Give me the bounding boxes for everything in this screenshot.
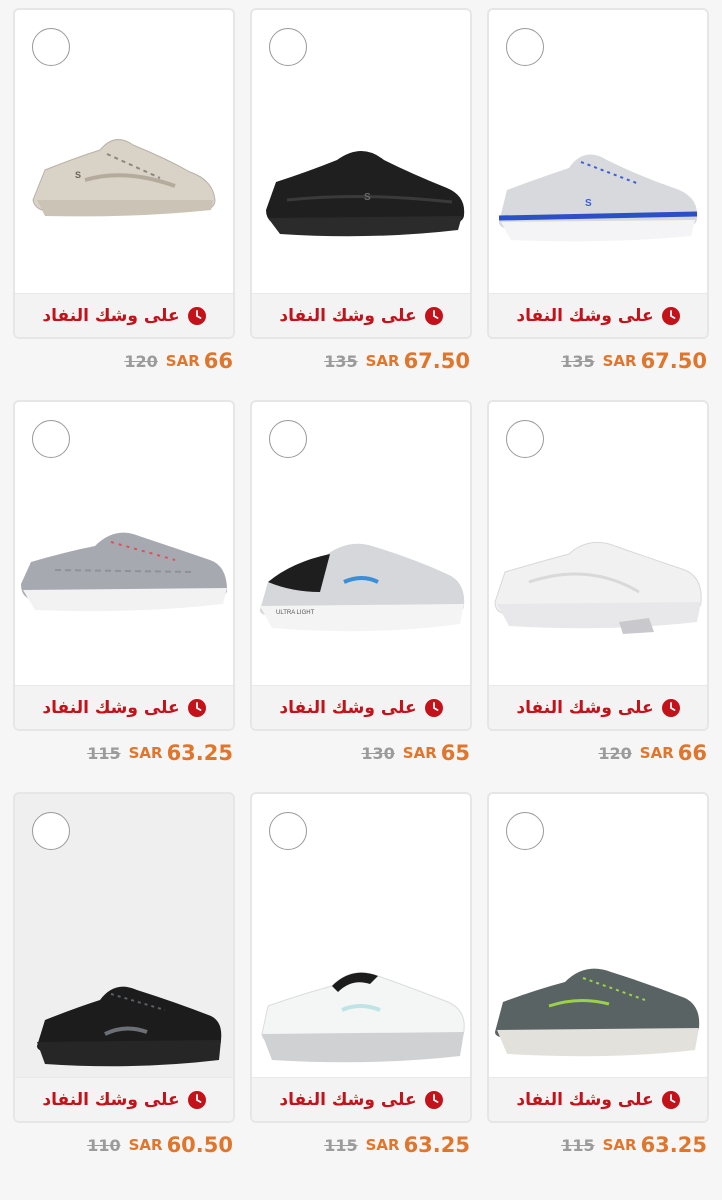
product-card[interactable]: S على وشك النفاد — [250, 8, 472, 339]
new-price: 67.50 — [403, 349, 470, 373]
new-price: 63.25 — [640, 1133, 707, 1157]
product-cell[interactable]: على وشك النفاد 120 SAR 66 — [487, 400, 709, 775]
low-stock-badge: على وشك النفاد — [489, 293, 707, 337]
low-stock-label: على وشك النفاد — [42, 1089, 180, 1110]
product-card[interactable]: على وشك النفاد — [13, 400, 235, 731]
old-price: 115 — [87, 743, 121, 763]
white-black-sneaker-icon — [261, 972, 465, 1063]
low-stock-label: على وشك النفاد — [279, 305, 417, 326]
black-knit-sneaker-icon — [37, 986, 222, 1067]
price-row: 130 SAR 65 — [250, 731, 472, 775]
svg-text:S: S — [75, 170, 81, 180]
product-card[interactable]: على وشك النفاد — [13, 792, 235, 1123]
old-price: 115 — [561, 1135, 595, 1155]
product-cell[interactable]: ULTRA LIGHT على وشك النفاد 130 SAR 65 — [250, 400, 472, 775]
white-leather-sneaker-icon — [494, 541, 702, 634]
product-cell[interactable]: على وشك النفاد 115 SAR 63.25 — [487, 792, 709, 1167]
currency-label: SAR — [402, 744, 437, 762]
price-row: 115 SAR 63.25 — [487, 1123, 709, 1167]
low-stock-badge: على وشك النفاد — [252, 1077, 470, 1121]
svg-text:S: S — [364, 192, 371, 203]
svg-text:S: S — [585, 198, 592, 209]
low-stock-label: على وشك النفاد — [279, 1089, 417, 1110]
low-stock-label: على وشك النفاد — [516, 697, 654, 718]
beige-knit-sneaker-icon: S — [32, 139, 216, 217]
product-cell[interactable]: S على وشك النفاد 135 SAR 67.50 — [487, 8, 709, 383]
new-price: 65 — [440, 741, 470, 765]
product-cell[interactable]: على وشك النفاد 110 SAR 60.50 — [13, 792, 235, 1167]
svg-text:ULTRA LIGHT: ULTRA LIGHT — [276, 610, 315, 616]
product-card[interactable]: على وشك النفاد — [487, 792, 709, 1123]
low-stock-badge: على وشك النفاد — [489, 1077, 707, 1121]
currency-label: SAR — [365, 1136, 400, 1154]
grey-blue-sneaker-icon: S — [498, 154, 698, 242]
old-price: 120 — [598, 743, 632, 763]
low-stock-label: على وشك النفاد — [42, 305, 180, 326]
low-stock-badge: على وشك النفاد — [252, 293, 470, 337]
clock-icon — [424, 698, 443, 717]
low-stock-label: على وشك النفاد — [516, 305, 654, 326]
price-row: 115 SAR 63.25 — [13, 731, 235, 775]
black-slip-on-sneaker-icon: S — [266, 151, 465, 237]
grey-black-ultra-light-sneaker-icon: ULTRA LIGHT — [260, 543, 465, 632]
clock-icon — [187, 698, 206, 717]
low-stock-badge: على وشك النفاد — [15, 293, 233, 337]
price-row: 135 SAR 67.50 — [250, 339, 472, 383]
new-price: 67.50 — [640, 349, 707, 373]
currency-label: SAR — [365, 352, 400, 370]
product-cell[interactable]: على وشك النفاد 115 SAR 63.25 — [13, 400, 235, 775]
product-card[interactable]: S على وشك النفاد — [487, 8, 709, 339]
low-stock-badge: على وشك النفاد — [15, 685, 233, 729]
olive-green-sneaker-icon — [495, 968, 700, 1057]
currency-label: SAR — [639, 744, 674, 762]
product-card[interactable]: ULTRA LIGHT على وشك النفاد — [250, 400, 472, 731]
currency-label: SAR — [602, 352, 637, 370]
currency-label: SAR — [128, 744, 163, 762]
product-cell[interactable]: S على وشك النفاد 120 SAR 66 — [13, 8, 235, 383]
low-stock-badge: على وشك النفاد — [15, 1077, 233, 1121]
grey-lace-sneaker-icon — [21, 532, 227, 612]
old-price: 110 — [87, 1135, 121, 1155]
old-price: 135 — [561, 351, 595, 371]
clock-icon — [424, 1090, 443, 1109]
product-cell[interactable]: على وشك النفاد 115 SAR 63.25 — [250, 792, 472, 1167]
low-stock-label: على وشك النفاد — [279, 697, 417, 718]
new-price: 63.25 — [166, 741, 233, 765]
product-grid: S على وشك النفاد 120 SAR 66 S على وشك ال… — [0, 0, 722, 1200]
clock-icon — [187, 1090, 206, 1109]
new-price: 66 — [677, 741, 707, 765]
clock-icon — [424, 306, 443, 325]
clock-icon — [661, 306, 680, 325]
new-price: 60.50 — [166, 1133, 233, 1157]
new-price: 66 — [203, 349, 233, 373]
low-stock-badge: على وشك النفاد — [489, 685, 707, 729]
low-stock-label: على وشك النفاد — [516, 1089, 654, 1110]
price-row: 110 SAR 60.50 — [13, 1123, 235, 1167]
old-price: 135 — [324, 351, 358, 371]
product-cell[interactable]: S على وشك النفاد 135 SAR 67.50 — [250, 8, 472, 383]
price-row: 135 SAR 67.50 — [487, 339, 709, 383]
old-price: 120 — [124, 351, 158, 371]
currency-label: SAR — [602, 1136, 637, 1154]
old-price: 130 — [361, 743, 395, 763]
clock-icon — [661, 1090, 680, 1109]
currency-label: SAR — [128, 1136, 163, 1154]
clock-icon — [187, 306, 206, 325]
old-price: 115 — [324, 1135, 358, 1155]
low-stock-label: على وشك النفاد — [42, 697, 180, 718]
price-row: 120 SAR 66 — [13, 339, 235, 383]
clock-icon — [661, 698, 680, 717]
price-row: 120 SAR 66 — [487, 731, 709, 775]
price-row: 115 SAR 63.25 — [250, 1123, 472, 1167]
currency-label: SAR — [165, 352, 200, 370]
new-price: 63.25 — [403, 1133, 470, 1157]
product-card[interactable]: S على وشك النفاد — [13, 8, 235, 339]
product-card[interactable]: على وشك النفاد — [487, 400, 709, 731]
low-stock-badge: على وشك النفاد — [252, 685, 470, 729]
product-card[interactable]: على وشك النفاد — [250, 792, 472, 1123]
